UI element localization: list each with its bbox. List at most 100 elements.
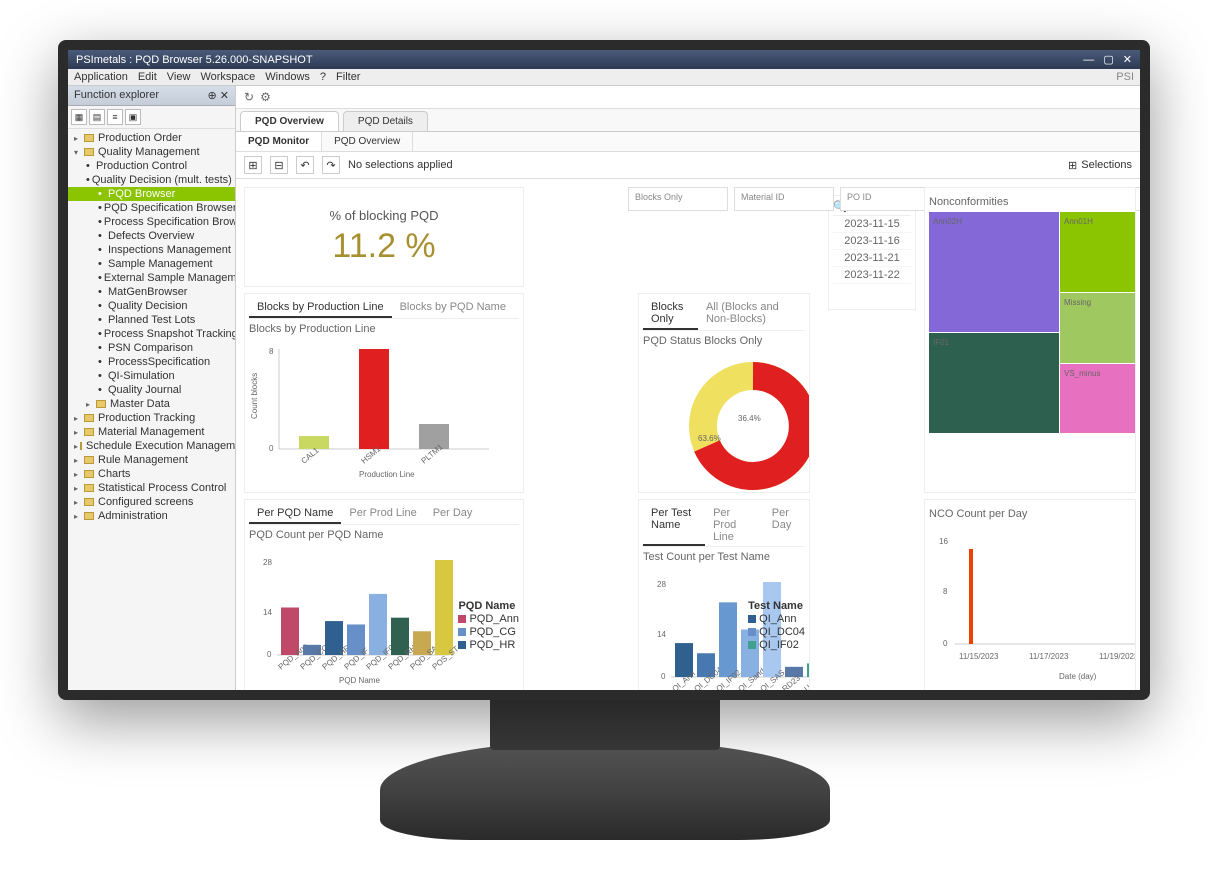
pqdtab-day[interactable]: Per Day xyxy=(425,504,481,524)
tree-item[interactable]: •Defects Overview xyxy=(68,229,235,243)
tree-item[interactable]: •Process Snapshot Tracking and xyxy=(68,327,235,341)
settings-icon[interactable]: ⚙ xyxy=(260,90,271,104)
main-toolbar: ↻ ⚙ xyxy=(236,86,1140,109)
tree-item[interactable]: ▸Material Management xyxy=(68,425,235,439)
pqdtab-name[interactable]: Per PQD Name xyxy=(249,504,341,524)
nco-day-chart: 1680 11/15/2023 11/17/2023 11/19/2023 11… xyxy=(929,524,1136,684)
svg-text:11/17/2023: 11/17/2023 xyxy=(1029,652,1069,661)
blocktab-name[interactable]: Blocks by PQD Name xyxy=(392,298,514,318)
filter-material-id[interactable]: Material ID xyxy=(734,187,834,211)
pqd-status-donut-card: Blocks Only All (Blocks and Non-Blocks) … xyxy=(638,293,810,493)
menu-edit[interactable]: Edit xyxy=(138,71,157,83)
svg-text:28: 28 xyxy=(657,580,666,589)
filter-blocks-only[interactable]: Blocks Only xyxy=(628,187,728,211)
back-icon[interactable]: ↶ xyxy=(296,156,314,174)
tree-item[interactable]: ▸Master Data xyxy=(68,397,235,411)
tree-item[interactable]: •ProcessSpecification xyxy=(68,355,235,369)
date-filter-card: 🔍Date 2023-11-15 2023-11-16 2023-11-21 2… xyxy=(828,195,916,310)
svg-text:8: 8 xyxy=(269,347,274,356)
blocktab-line[interactable]: Blocks by Production Line xyxy=(249,298,392,318)
svg-text:Count blocks: Count blocks xyxy=(250,373,259,419)
pqd-legend: PQD Name PQD_Ann PQD_CG PQD_HR xyxy=(458,599,519,652)
tree-item[interactable]: •Inspections Management xyxy=(68,243,235,257)
select-icon[interactable]: ⊞ xyxy=(244,156,262,174)
blocks-bar-chart: Count blocks 80 CAL1 HSM1 PLTM1 Producti… xyxy=(249,339,509,479)
function-explorer: Function explorer ⊕ ✕ ▦ ▤ ≡ ▣ ▸Productio… xyxy=(68,86,236,690)
expand-all-icon[interactable]: ▦ xyxy=(71,109,87,125)
sub-tabs: PQD Monitor PQD Overview xyxy=(236,132,1140,152)
selections-label[interactable]: Selections xyxy=(1081,159,1132,171)
minimize-icon[interactable]: — xyxy=(1083,54,1094,66)
menu-windows[interactable]: Windows xyxy=(265,71,310,83)
titlebar: PSImetals : PQD Browser 5.26.000-SNAPSHO… xyxy=(68,50,1140,69)
menu-view[interactable]: View xyxy=(167,71,191,83)
date-item[interactable]: 2023-11-16 xyxy=(833,233,911,250)
tree-item[interactable]: •External Sample Management xyxy=(68,271,235,285)
maximize-icon[interactable]: ▢ xyxy=(1103,54,1113,66)
close-icon[interactable]: ✕ xyxy=(1123,54,1132,66)
grid-icon[interactable]: ▣ xyxy=(125,109,141,125)
tree-item[interactable]: •Quality Decision (mult. tests) xyxy=(68,173,235,187)
tree-item[interactable]: ▸Production Tracking xyxy=(68,411,235,425)
tree-item[interactable]: •Planned Test Lots xyxy=(68,313,235,327)
svg-text:0: 0 xyxy=(943,639,948,648)
svg-text:8: 8 xyxy=(943,587,948,596)
menubar: Application Edit View Workspace Windows … xyxy=(68,69,1140,86)
subtab-pqd-monitor[interactable]: PQD Monitor xyxy=(236,132,322,151)
lasso-icon[interactable]: ⊟ xyxy=(270,156,288,174)
tree-item[interactable]: •Quality Journal xyxy=(68,383,235,397)
subtab-pqd-overview[interactable]: PQD Overview xyxy=(322,132,413,151)
tree-item[interactable]: ▾Quality Management xyxy=(68,145,235,159)
tree-item[interactable]: ▸Charts xyxy=(68,467,235,481)
tree-item[interactable]: •PQD Specification Browser xyxy=(68,201,235,215)
tree-item[interactable]: ▸Statistical Process Control xyxy=(68,481,235,495)
tree-item[interactable]: ▸Administration xyxy=(68,509,235,523)
tree-item[interactable]: •Quality Decision xyxy=(68,299,235,313)
dashboard: % of blocking PQD 11.2 % 🔍Date 2023-11-1… xyxy=(236,179,1140,690)
donuttab-blocks[interactable]: Blocks Only xyxy=(643,298,698,330)
menu-workspace[interactable]: Workspace xyxy=(200,71,255,83)
testtab-day[interactable]: Per Day xyxy=(764,504,805,546)
svg-text:0: 0 xyxy=(661,672,666,681)
forward-icon[interactable]: ↷ xyxy=(322,156,340,174)
svg-text:PQD Name: PQD Name xyxy=(339,676,380,685)
testtab-line[interactable]: Per Prod Line xyxy=(705,504,764,546)
date-item[interactable]: 2023-11-22 xyxy=(833,267,911,284)
collapse-all-icon[interactable]: ▤ xyxy=(89,109,105,125)
tree-item[interactable]: ▸Production Order xyxy=(68,131,235,145)
refresh-icon[interactable]: ↻ xyxy=(244,90,254,104)
pqdtab-line[interactable]: Per Prod Line xyxy=(341,504,424,524)
menu-application[interactable]: Application xyxy=(74,71,128,83)
tree-item[interactable]: •PSN Comparison xyxy=(68,341,235,355)
donut-chart: 36.4% 63.6% MISS_VAL OUT_LIMITS xyxy=(643,351,810,493)
list-icon[interactable]: ≡ xyxy=(107,109,123,125)
svg-text:Date (day): Date (day) xyxy=(1059,672,1097,681)
tree-item[interactable]: •Process Specification Browser xyxy=(68,215,235,229)
menu-filter[interactable]: Filter xyxy=(336,71,360,83)
testcount-title: Test Count per Test Name xyxy=(643,547,805,567)
treemap-title: Nonconformities xyxy=(929,192,1131,212)
menu-help[interactable]: ? xyxy=(320,71,326,83)
tree-item[interactable]: ▸Rule Management xyxy=(68,453,235,467)
svg-text:36.4%: 36.4% xyxy=(738,414,761,423)
tab-pqd-overview[interactable]: PQD Overview xyxy=(240,111,339,131)
window-title: PSImetals : PQD Browser 5.26.000-SNAPSHO… xyxy=(76,54,313,66)
tree-item[interactable]: •QI-Simulation xyxy=(68,369,235,383)
donuttab-all[interactable]: All (Blocks and Non-Blocks) xyxy=(698,298,805,330)
blockchart-title: Blocks by Production Line xyxy=(249,319,519,339)
tab-pqd-details[interactable]: PQD Details xyxy=(343,111,428,131)
date-item[interactable]: 2023-11-21 xyxy=(833,250,911,267)
tree-item[interactable]: •PQD Browser xyxy=(68,187,235,201)
selections-icon[interactable]: ⊞ xyxy=(1068,159,1077,172)
tree-item[interactable]: ▸Configured screens xyxy=(68,495,235,509)
svg-text:0: 0 xyxy=(269,444,274,453)
tree-item[interactable]: ▸Schedule Execution Management xyxy=(68,439,235,453)
main-tabs: PQD Overview PQD Details xyxy=(236,109,1140,132)
tree-item[interactable]: •Sample Management xyxy=(68,257,235,271)
kpi-value: 11.2 % xyxy=(332,227,435,266)
pin-icon[interactable]: ⊕ ✕ xyxy=(208,89,230,102)
date-item[interactable]: 2023-11-15 xyxy=(833,216,911,233)
tree-item[interactable]: •MatGenBrowser xyxy=(68,285,235,299)
testtab-name[interactable]: Per Test Name xyxy=(643,504,705,546)
tree-item[interactable]: •Production Control xyxy=(68,159,235,173)
